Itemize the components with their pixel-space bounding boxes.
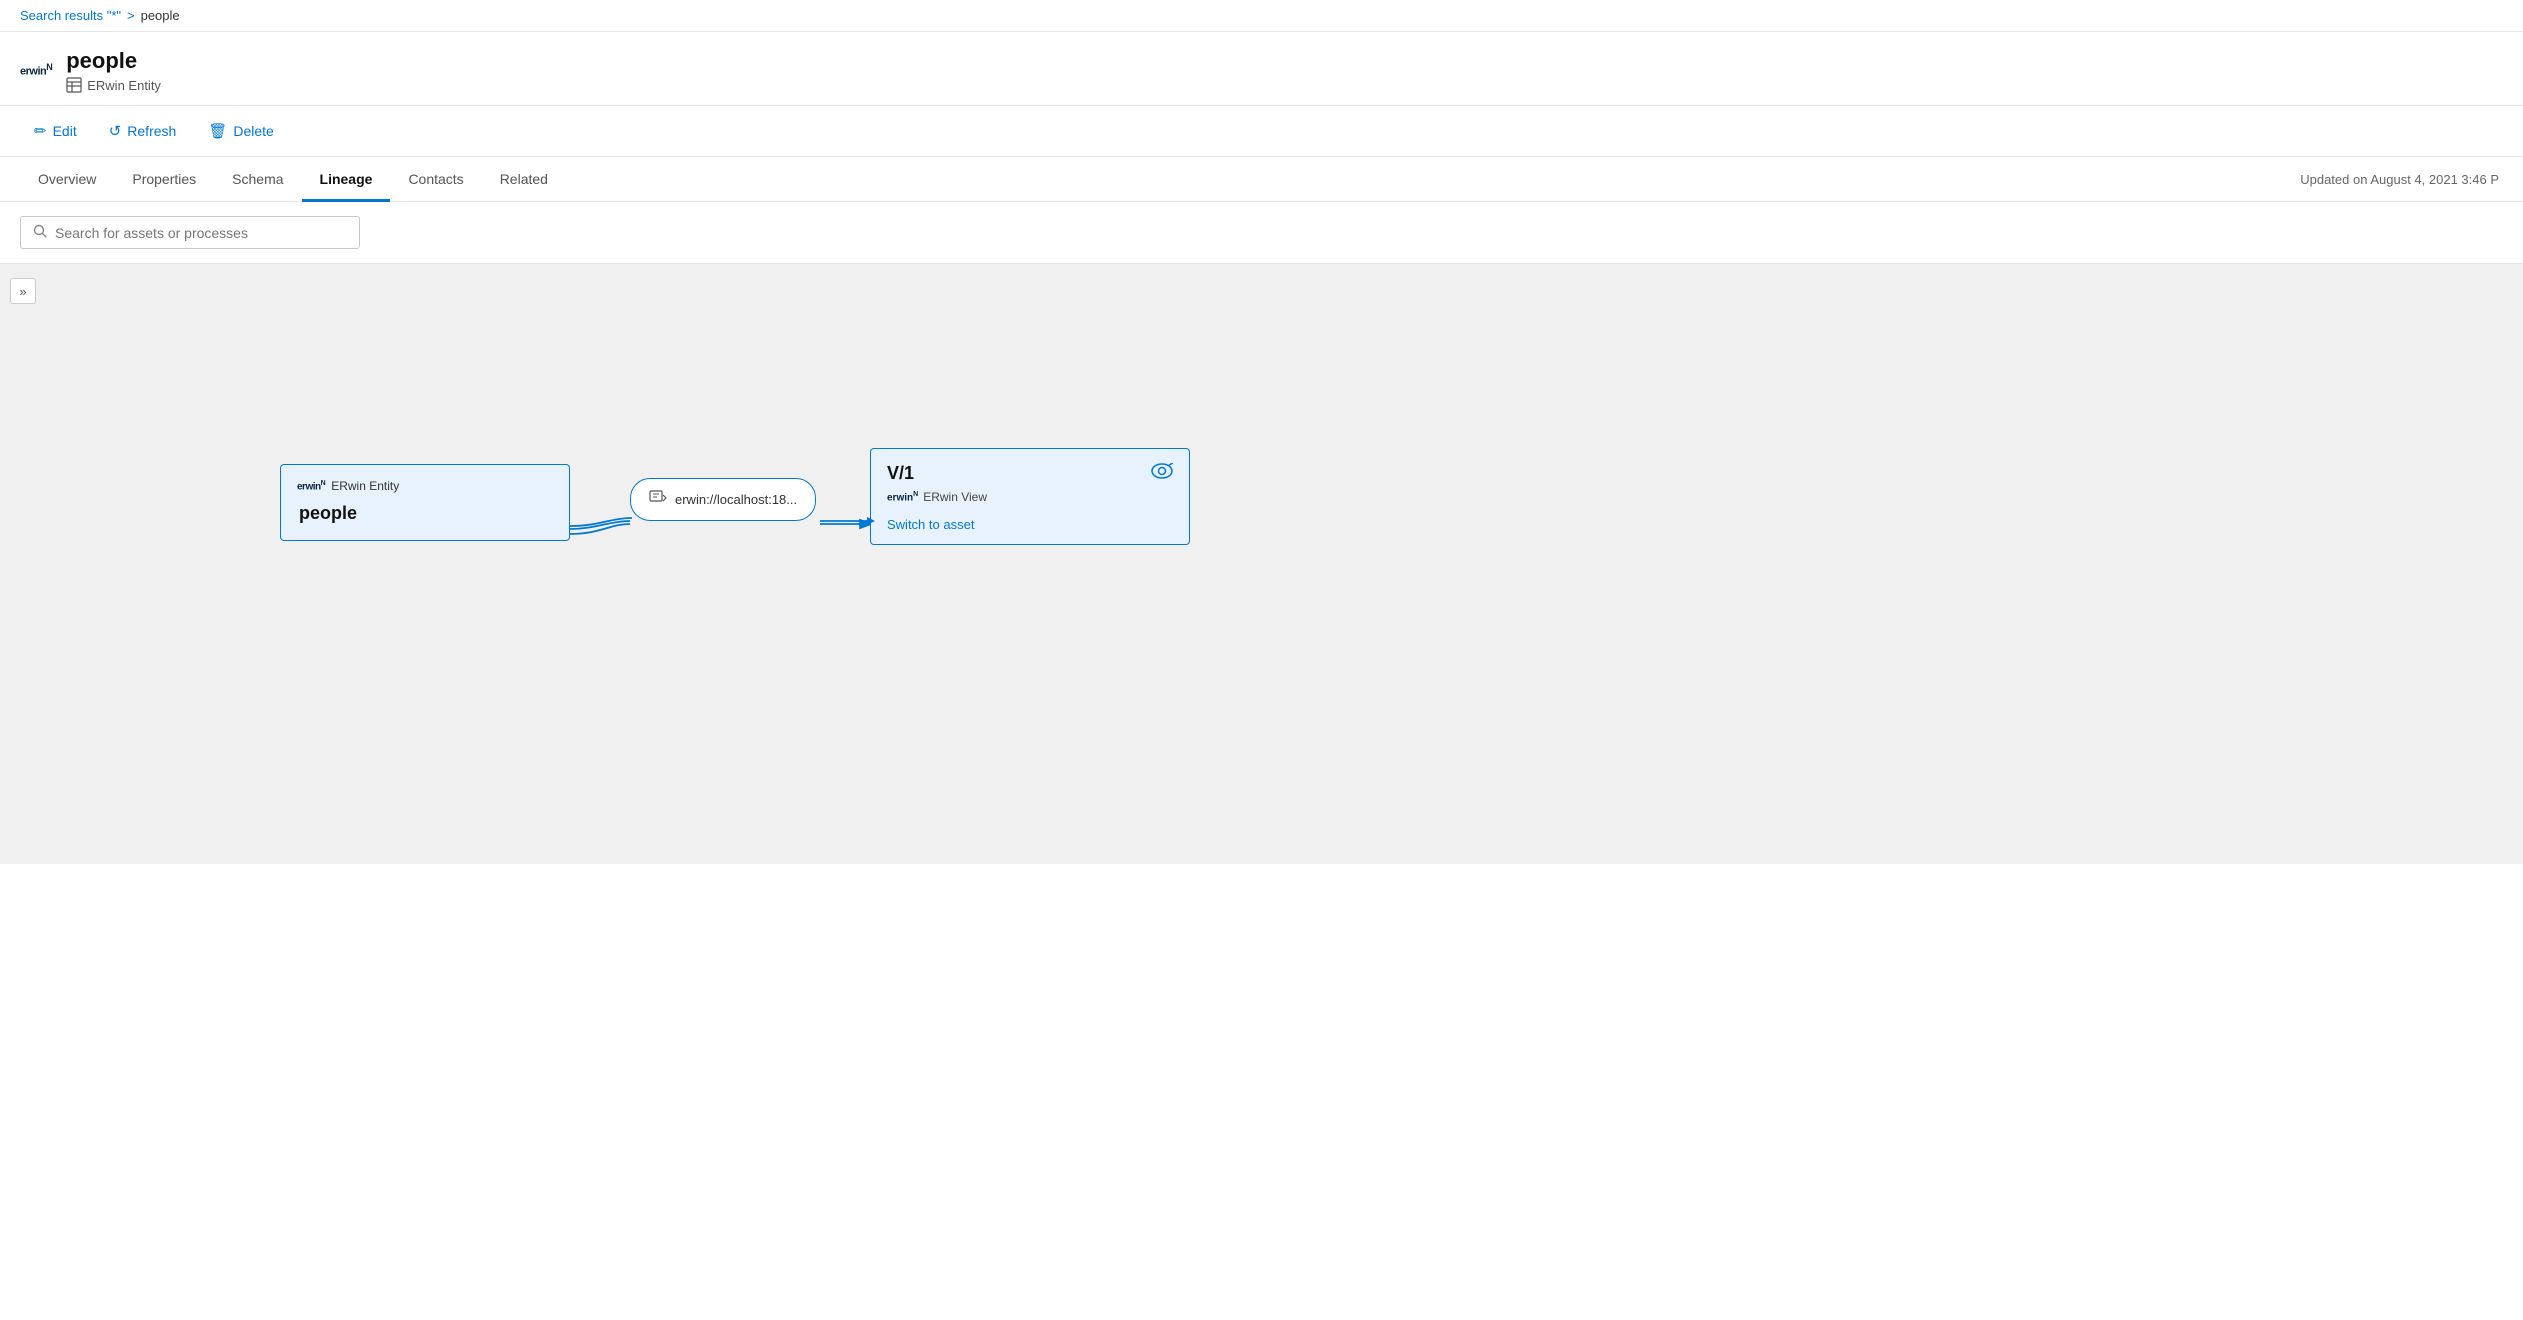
entity-table-icon xyxy=(66,77,82,93)
toolbar: ✏ Edit ↺ Refresh 🗑 Delete xyxy=(0,106,2523,157)
page-header: erwinN people ERwin Entity xyxy=(0,32,2523,106)
edit-icon: ✏ xyxy=(34,122,47,140)
process-node-label: erwin://localhost:18... xyxy=(675,492,797,507)
tab-properties[interactable]: Properties xyxy=(114,157,214,202)
breadcrumb: Search results "*" > people xyxy=(0,0,2523,32)
connection-lines xyxy=(0,264,2523,844)
expand-panel-button[interactable]: » xyxy=(10,278,36,304)
tab-schema[interactable]: Schema xyxy=(214,157,301,202)
refresh-button[interactable]: ↺ Refresh xyxy=(95,116,191,146)
tabs-list: Overview Properties Schema Lineage Conta… xyxy=(20,157,566,201)
tabs-bar: Overview Properties Schema Lineage Conta… xyxy=(0,157,2523,202)
search-input-wrap[interactable] xyxy=(20,216,360,249)
erwin-logo: erwinN xyxy=(20,63,52,78)
lineage-arrows xyxy=(0,264,2523,844)
entity-node-type: ERwin Entity xyxy=(331,479,399,493)
process-node-icon xyxy=(649,489,667,510)
entity-node-header: erwinN ERwin Entity xyxy=(297,479,553,493)
view-node-logo: erwinN xyxy=(887,491,918,503)
entity-node-name: people xyxy=(297,503,553,524)
lineage-canvas: erwinN ERwin Entity people erwin://local… xyxy=(0,264,2523,844)
edit-button[interactable]: ✏ Edit xyxy=(20,116,91,146)
page-subtitle: ERwin Entity xyxy=(66,77,161,93)
view-node-title: V/1 xyxy=(887,463,914,484)
delete-label: Delete xyxy=(233,123,273,139)
tab-related[interactable]: Related xyxy=(482,157,566,202)
delete-button[interactable]: 🗑 Delete xyxy=(194,116,288,146)
page-title-group: people ERwin Entity xyxy=(66,48,161,93)
lineage-area: » erwinN ERwin Entity people xyxy=(0,264,2523,864)
tab-lineage[interactable]: Lineage xyxy=(302,157,391,202)
search-input[interactable] xyxy=(55,225,347,241)
search-bar-area xyxy=(0,202,2523,264)
view-node-subtitle: erwinN ERwin View xyxy=(887,490,1173,504)
refresh-label: Refresh xyxy=(127,123,176,139)
view-node-type: ERwin View xyxy=(923,490,987,504)
page-title: people xyxy=(66,48,161,74)
entity-node-logo: erwinN xyxy=(297,480,325,492)
page-subtitle-type: ERwin Entity xyxy=(87,78,161,93)
switch-to-asset-link[interactable]: Switch to asset xyxy=(887,517,974,532)
tab-contacts[interactable]: Contacts xyxy=(390,157,481,202)
delete-icon: 🗑 xyxy=(208,122,227,140)
expand-icon: » xyxy=(19,284,26,299)
view-node-header: V/1 xyxy=(887,463,1173,484)
breadcrumb-separator: > xyxy=(127,8,135,23)
process-node[interactable]: erwin://localhost:18... xyxy=(630,478,816,521)
search-icon xyxy=(33,224,47,241)
view-node-eye-icon xyxy=(1151,463,1173,484)
view-node[interactable]: V/1 erwinN ERwin View Switch to asset xyxy=(870,448,1190,545)
entity-node[interactable]: erwinN ERwin Entity people xyxy=(280,464,570,541)
breadcrumb-current: people xyxy=(141,8,180,23)
edit-label: Edit xyxy=(53,123,77,139)
refresh-icon: ↺ xyxy=(109,122,122,140)
updated-timestamp: Updated on August 4, 2021 3:46 P xyxy=(2300,172,2503,187)
tab-overview[interactable]: Overview xyxy=(20,157,114,202)
breadcrumb-search-link[interactable]: Search results "*" xyxy=(20,8,121,23)
